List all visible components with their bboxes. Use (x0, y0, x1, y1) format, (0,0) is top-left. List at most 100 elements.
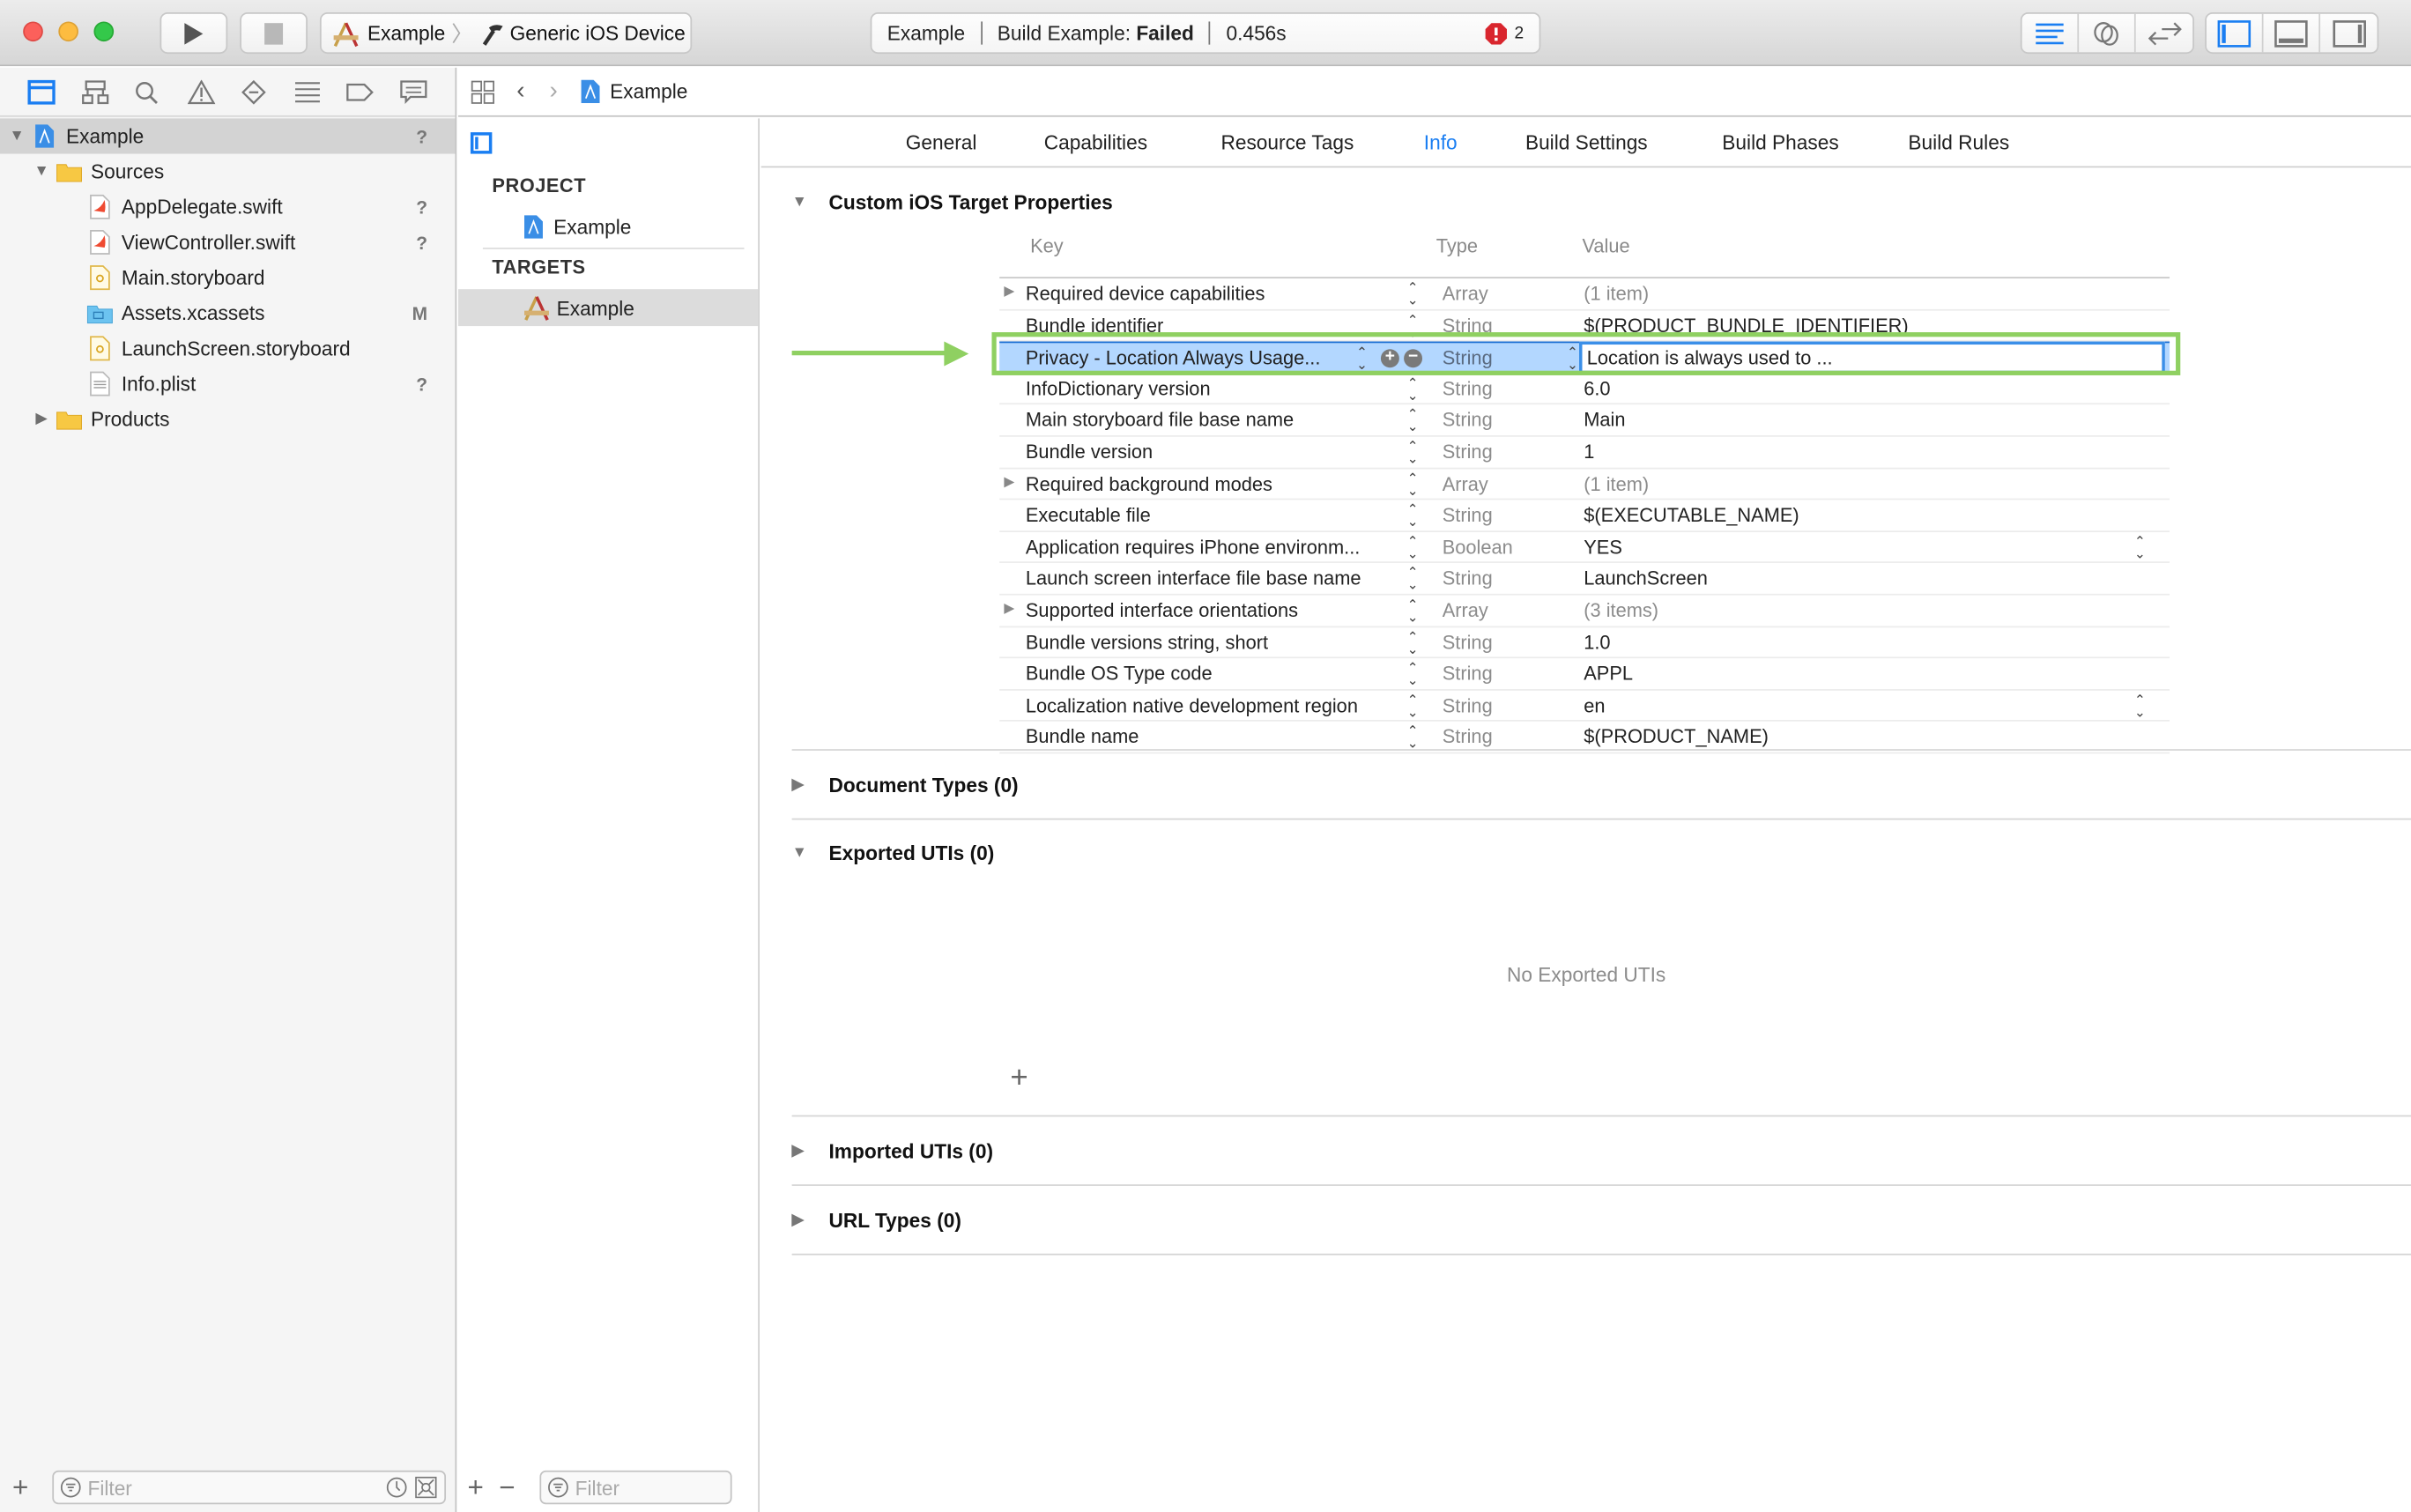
property-key[interactable]: Required device capabilities (1026, 283, 1265, 304)
imported-utis-section-header[interactable]: ▶ Imported UTIs (0) (792, 1140, 993, 1163)
file-tree-item[interactable]: ▼ Example? (0, 118, 456, 154)
file-tree-item[interactable]: ▼ Sources (0, 154, 455, 189)
property-row[interactable]: InfoDictionary version ⌃ ⌄ String 6.0 (999, 374, 2170, 405)
property-key[interactable]: Required background modes (1026, 473, 1272, 494)
remove-row-button[interactable]: − (1404, 349, 1423, 368)
property-row[interactable]: Launch screen interface file base name ⌃ ⌄… (999, 564, 2170, 596)
test-navigator-tab[interactable] (240, 75, 293, 108)
property-row[interactable]: Bundle version ⌃ ⌄ String 1 (999, 437, 2170, 469)
tab-resource-tags[interactable]: Resource Tags (1220, 130, 1354, 153)
close-window-button[interactable] (23, 21, 43, 42)
disclosure-closed-icon[interactable]: ▶ (792, 1212, 829, 1229)
property-type[interactable]: String (1443, 505, 1493, 526)
property-value[interactable]: 1.0 (1584, 632, 1610, 653)
file-tree-item[interactable]: AppDelegate.swift? (0, 189, 455, 225)
value-edit-field[interactable]: Location is always used to ... (1579, 341, 2165, 374)
assistant-editor-button[interactable] (2079, 13, 2136, 53)
zoom-window-button[interactable] (93, 21, 115, 42)
property-value[interactable]: (1 item) (1584, 473, 1649, 494)
property-row[interactable]: Application requires iPhone environm... ⌃… (999, 532, 2170, 564)
back-button[interactable]: ‹ (516, 78, 524, 105)
property-type[interactable]: String (1443, 727, 1493, 748)
property-type[interactable]: Boolean (1443, 537, 1513, 558)
symbol-navigator-tab[interactable] (81, 75, 134, 108)
custom-properties-section-header[interactable]: ▼ Custom iOS Target Properties (792, 190, 1113, 213)
related-items-icon[interactable] (471, 79, 495, 104)
key-popup-stepper-icon[interactable]: ⌃ ⌄ (1407, 597, 1419, 624)
property-type[interactable]: String (1443, 410, 1493, 431)
key-popup-stepper-icon[interactable]: ⌃ ⌄ (1407, 693, 1419, 719)
property-row[interactable]: Privacy - Location Always Usage... ⌃ ⌄ + − St… (999, 341, 2170, 374)
key-popup-stepper-icon[interactable]: ⌃ ⌄ (1407, 534, 1419, 560)
minimize-window-button[interactable] (58, 21, 78, 42)
disclosure-closed-icon[interactable]: ▶ (1004, 473, 1014, 490)
property-row[interactable]: Executable file ⌃ ⌄ String $(EXECUTABLE_NAME… (999, 500, 2170, 532)
key-popup-stepper-icon[interactable]: ⌃ ⌄ (1407, 313, 1419, 339)
property-value[interactable]: LaunchScreen (1584, 568, 1708, 589)
property-value[interactable]: $(PRODUCT_BUNDLE_IDENTIFIER) (1584, 315, 1908, 336)
property-key[interactable]: Privacy - Location Always Usage... (1026, 348, 1321, 369)
debug-navigator-tab[interactable] (293, 75, 345, 108)
property-key[interactable]: Bundle OS Type code (1026, 663, 1213, 685)
navigator-filter-field[interactable]: Filter (52, 1470, 447, 1505)
report-navigator-tab[interactable] (399, 75, 452, 108)
property-type[interactable]: Array (1443, 473, 1488, 494)
value-popup-stepper-icon[interactable]: ⌃ ⌄ (2134, 693, 2146, 719)
file-tree-item[interactable]: ▶ Products (0, 402, 455, 437)
breakpoint-navigator-tab[interactable] (346, 75, 399, 108)
stop-button[interactable] (240, 11, 308, 55)
file-tree-item[interactable]: Main.storyboard (0, 260, 455, 295)
property-type[interactable]: String (1443, 632, 1493, 653)
property-key[interactable]: Main storyboard file base name (1026, 410, 1294, 431)
property-value[interactable]: (3 items) (1584, 600, 1658, 621)
property-value[interactable]: $(PRODUCT_NAME) (1584, 727, 1769, 748)
property-value[interactable]: (1 item) (1584, 283, 1649, 304)
key-popup-stepper-icon[interactable]: ⌃ ⌄ (1407, 471, 1419, 497)
add-row-button[interactable]: + (1380, 349, 1399, 368)
destination-name[interactable]: Generic iOS Device (510, 21, 686, 44)
key-popup-stepper-icon[interactable]: ⌃ ⌄ (1407, 502, 1419, 529)
disclosure-closed-icon[interactable]: ▶ (792, 777, 829, 794)
add-target-button[interactable]: + (467, 1471, 483, 1504)
property-row[interactable]: ▶ Supported interface orientations ⌃ ⌄ Array… (999, 595, 2170, 627)
property-value[interactable]: APPL (1584, 663, 1633, 685)
property-type[interactable]: String (1443, 378, 1493, 399)
key-popup-stepper-icon[interactable]: ⌃ ⌄ (1407, 407, 1419, 434)
property-value[interactable]: 1 (1584, 441, 1594, 463)
property-row[interactable]: Main storyboard file base name ⌃ ⌄ String Ma… (999, 405, 2170, 437)
property-key[interactable]: Bundle version (1026, 441, 1153, 463)
property-row[interactable]: Localization native development region ⌃ ⌄… (999, 690, 2170, 723)
file-tree-item[interactable]: ViewController.swift? (0, 225, 455, 260)
disclosure-closed-icon[interactable]: ▶ (33, 411, 48, 427)
disclosure-open-icon[interactable]: ▼ (9, 128, 25, 145)
value-popup-stepper-icon[interactable]: ⌃ ⌄ (2134, 534, 2146, 560)
property-type[interactable]: String (1443, 315, 1493, 336)
column-header-type[interactable]: Type (1436, 235, 1478, 256)
file-tree-item[interactable]: Info.plist? (0, 366, 455, 401)
property-row[interactable]: Bundle versions string, short ⌃ ⌄ String 1.0 (999, 626, 2170, 659)
tab-build-rules[interactable]: Build Rules (1908, 130, 2009, 153)
key-popup-stepper-icon[interactable]: ⌃ ⌄ (1407, 281, 1419, 308)
run-button[interactable] (159, 11, 228, 55)
find-navigator-tab[interactable] (134, 75, 187, 108)
property-key[interactable]: Supported interface orientations (1026, 600, 1298, 621)
disclosure-open-icon[interactable]: ▼ (33, 163, 48, 180)
key-popup-stepper-icon[interactable]: ⌃ ⌄ (1407, 439, 1419, 465)
property-key[interactable]: Application requires iPhone environm... (1026, 537, 1360, 558)
tab-info[interactable]: Info (1424, 130, 1458, 153)
source-control-filter-icon[interactable] (415, 1476, 437, 1499)
property-key[interactable]: Localization native development region (1026, 695, 1358, 716)
key-popup-stepper-icon[interactable]: ⌃ ⌄ (1356, 345, 1368, 372)
tab-general[interactable]: General (906, 130, 977, 153)
column-header-key[interactable]: Key (1030, 235, 1064, 256)
property-value[interactable]: en (1584, 695, 1605, 716)
type-popup-stepper-icon[interactable]: ⌃ ⌄ (1567, 345, 1578, 372)
disclosure-open-icon[interactable]: ▼ (792, 844, 829, 861)
exported-utis-section-header[interactable]: ▼ Exported UTIs (0) (792, 841, 995, 864)
property-value[interactable]: $(EXECUTABLE_NAME) (1584, 505, 1799, 526)
key-popup-stepper-icon[interactable]: ⌃ ⌄ (1407, 375, 1419, 402)
project-item[interactable]: Example (458, 208, 758, 245)
property-type[interactable]: String (1443, 568, 1493, 589)
toggle-navigator-button[interactable] (2207, 13, 2264, 53)
forward-button[interactable]: › (550, 78, 558, 105)
